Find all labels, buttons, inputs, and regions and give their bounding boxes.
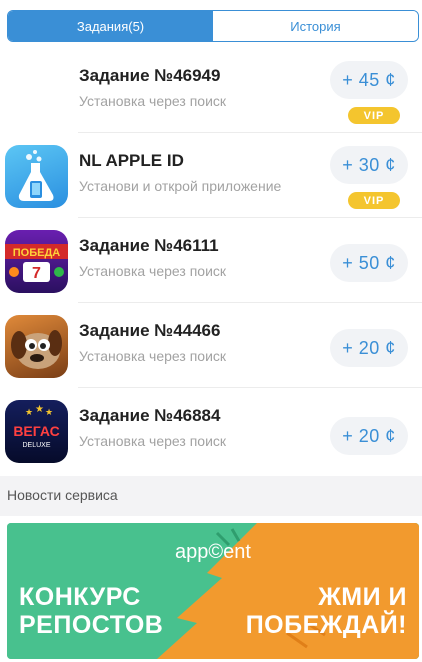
task-subtitle: Установи и открой приложение bbox=[79, 178, 282, 194]
slots-logo-text: ПОБЕДА bbox=[13, 247, 61, 259]
promo-banner[interactable]: app©ent КОНКУРС РЕПОСТОВ ЖМИ И ПОБЕЖДАЙ! bbox=[7, 523, 419, 659]
tab-history[interactable]: История bbox=[213, 11, 418, 41]
task-subtitle: Установка через поиск bbox=[79, 263, 227, 279]
task-subtitle: Установка через поиск bbox=[79, 93, 227, 109]
tab-segmented-control: Задания(5) История bbox=[7, 10, 419, 42]
task-row[interactable]: Задание №46949 Установка через поиск + 4… bbox=[0, 48, 422, 133]
task-subtitle: Установка через поиск bbox=[79, 433, 227, 449]
slots-app-icon: ПОБЕДА 7 bbox=[5, 230, 68, 293]
cartoon-dog-icon bbox=[5, 315, 68, 378]
banner-right-text: ЖМИ И ПОБЕЖДАЙ! bbox=[246, 583, 407, 639]
svg-text:★: ★ bbox=[45, 408, 53, 418]
section-title: Новости сервиса bbox=[7, 487, 118, 503]
tab-tasks[interactable]: Задания(5) bbox=[8, 11, 213, 41]
appcent-logo: app©ent bbox=[175, 541, 251, 563]
svg-text:★: ★ bbox=[35, 404, 44, 415]
task-row[interactable]: NL APPLE ID Установи и открой приложение… bbox=[0, 133, 422, 218]
task-title: Задание №46884 bbox=[79, 406, 221, 425]
reward-badge[interactable]: + 20 ¢ bbox=[330, 417, 408, 455]
banner-left-line1: КОНКУРС bbox=[19, 583, 141, 611]
task-row[interactable]: ★ ★ ★ ВЕГАС DELUXE Задание №46884 Устано… bbox=[0, 388, 422, 473]
task-title: Задание №46111 bbox=[79, 236, 219, 255]
task-title: Задание №46949 bbox=[79, 66, 221, 85]
banner-left-line2: РЕПОСТОВ bbox=[19, 611, 164, 639]
banner-left-text: КОНКУРС РЕПОСТОВ bbox=[19, 583, 163, 639]
vegas-deluxe-icon: ★ ★ ★ ВЕГАС DELUXE bbox=[5, 400, 68, 463]
task-row[interactable]: Задание №44466 Установка через поиск + 2… bbox=[0, 303, 422, 388]
vegas-logo-text: ВЕГАС bbox=[13, 423, 59, 439]
svg-text:7: 7 bbox=[32, 265, 41, 282]
task-row[interactable]: ПОБЕДА 7 Задание №46111 Установка через … bbox=[0, 218, 422, 303]
task-title: NL APPLE ID bbox=[79, 151, 184, 170]
reward-badge[interactable]: + 50 ¢ bbox=[330, 244, 408, 282]
reward-badge[interactable]: + 30 ¢ bbox=[330, 146, 408, 184]
vegas-logo-subtext: DELUXE bbox=[22, 442, 50, 449]
banner-right-line2: ПОБЕЖДАЙ! bbox=[245, 611, 407, 639]
section-header: Новости сервиса bbox=[0, 476, 422, 516]
svg-text:★: ★ bbox=[25, 408, 33, 418]
reward-badge[interactable]: + 45 ¢ bbox=[330, 61, 408, 99]
vip-badge: VIP bbox=[348, 107, 400, 124]
task-title: Задание №44466 bbox=[79, 321, 221, 340]
reward-badge[interactable]: + 20 ¢ bbox=[330, 329, 408, 367]
vip-badge: VIP bbox=[348, 192, 400, 209]
banner-right-line1: ЖМИ И bbox=[318, 583, 407, 611]
bottle-phone-icon bbox=[5, 145, 68, 208]
task-subtitle: Установка через поиск bbox=[79, 348, 227, 364]
